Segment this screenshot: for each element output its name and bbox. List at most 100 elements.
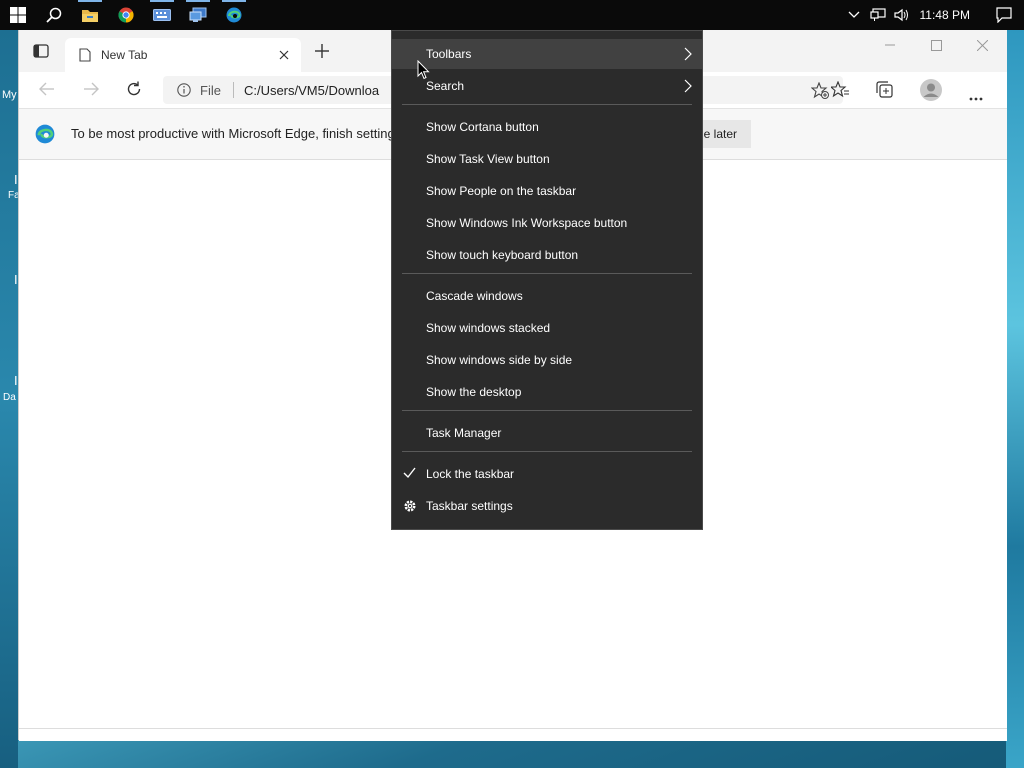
keyboard-icon xyxy=(153,9,171,21)
menu-item-show-cortana-button[interactable]: Show Cortana button xyxy=(392,112,702,142)
menu-item-show-the-desktop[interactable]: Show the desktop xyxy=(392,377,702,407)
menu-item-show-windows-ink-workspace-button[interactable]: Show Windows Ink Workspace button xyxy=(392,208,702,238)
edge-logo-icon xyxy=(35,124,55,144)
tab-title: New Tab xyxy=(101,48,148,62)
infobar-message: To be most productive with Microsoft Edg… xyxy=(71,126,395,141)
maybe-later-label: e later xyxy=(703,127,737,141)
menu-item-label: Cascade windows xyxy=(426,289,523,303)
menu-item-show-people-on-the-taskbar[interactable]: Show People on the taskbar xyxy=(392,176,702,206)
info-icon xyxy=(177,83,191,97)
menu-item-label: Show Windows Ink Workspace button xyxy=(426,216,628,230)
refresh-button[interactable] xyxy=(126,81,142,102)
menu-item-toolbars[interactable]: Toolbars xyxy=(392,39,702,69)
settings-more-button[interactable] xyxy=(969,88,983,106)
close-icon xyxy=(976,39,988,51)
edge-icon xyxy=(226,7,242,23)
menu-item-label: Show touch keyboard button xyxy=(426,248,579,262)
collections-icon xyxy=(876,81,893,98)
menu-item-label: Show Cortana button xyxy=(426,120,539,134)
search-button[interactable] xyxy=(36,0,72,30)
menu-item-label: Show the desktop xyxy=(426,385,522,399)
menu-item-search[interactable]: Search xyxy=(392,71,702,101)
windows-logo-icon xyxy=(10,7,26,23)
keyboard-app-button[interactable] xyxy=(144,0,180,30)
address-scheme: File xyxy=(200,82,221,98)
menu-item-lock-the-taskbar[interactable]: Lock the taskbar xyxy=(392,459,702,489)
menu-item-show-windows-stacked[interactable]: Show windows stacked xyxy=(392,313,702,343)
mouse-pointer-icon xyxy=(417,60,430,80)
menu-item-label: Task Manager xyxy=(426,426,502,440)
page-icon xyxy=(79,48,91,62)
gear-icon xyxy=(404,500,416,512)
edge-button[interactable] xyxy=(216,0,252,30)
close-window-button[interactable] xyxy=(959,30,1005,60)
minimize-button[interactable] xyxy=(867,30,913,60)
menu-separator xyxy=(402,273,692,274)
menu-item-label: Search xyxy=(426,79,465,93)
tab-actions-button[interactable] xyxy=(33,43,49,64)
system-tray: 11:48 PM xyxy=(842,0,1024,30)
checkmark-icon xyxy=(403,467,416,479)
menu-item-show-windows-side-by-side[interactable]: Show windows side by side xyxy=(392,345,702,375)
speaker-icon xyxy=(893,8,908,22)
address-divider xyxy=(232,82,234,98)
add-favorite-icon[interactable] xyxy=(811,82,829,99)
file-explorer-button[interactable] xyxy=(72,0,108,30)
back-button[interactable] xyxy=(39,82,55,101)
menu-separator xyxy=(402,451,692,452)
taskbar: 11:48 PM xyxy=(0,0,1024,30)
network-button[interactable] xyxy=(866,0,890,30)
arrow-right-icon xyxy=(84,82,99,96)
refresh-icon xyxy=(127,81,141,96)
menu-separator xyxy=(402,104,692,105)
chrome-icon xyxy=(118,7,134,23)
chevron-right-icon xyxy=(684,79,692,93)
menu-item-label: Show Task View button xyxy=(426,152,550,166)
menu-item-label: Lock the taskbar xyxy=(426,467,515,481)
menu-item-taskbar-settings[interactable]: Taskbar settings xyxy=(392,491,702,521)
chrome-button[interactable] xyxy=(108,0,144,30)
notification-icon xyxy=(996,7,1012,23)
clock[interactable]: 11:48 PM xyxy=(920,8,970,22)
favorites-icon xyxy=(829,80,849,98)
maximize-icon xyxy=(930,39,942,51)
tab-new-tab[interactable]: New Tab xyxy=(65,38,301,72)
menu-item-label: Toolbars xyxy=(426,47,472,61)
avatar-icon xyxy=(920,79,942,101)
favorites-button[interactable] xyxy=(829,80,849,103)
action-center-button[interactable] xyxy=(984,0,1024,30)
volume-button[interactable] xyxy=(890,0,914,30)
menu-item-label: Show windows stacked xyxy=(426,321,551,335)
more-icon xyxy=(969,97,983,101)
minimize-icon xyxy=(885,44,895,46)
desktop-icon-label[interactable]: My xyxy=(2,89,17,101)
arrow-left-icon xyxy=(39,82,54,96)
menu-item-label: Show People on the taskbar xyxy=(426,184,577,198)
menu-item-show-touch-keyboard-button[interactable]: Show touch keyboard button xyxy=(392,240,702,270)
chevron-up-icon xyxy=(848,11,859,18)
chevron-right-icon xyxy=(684,47,692,61)
desktop-icon-label[interactable]: Da xyxy=(3,392,16,403)
menu-item-label: Show windows side by side xyxy=(426,353,573,367)
plus-icon xyxy=(315,44,329,58)
folder-icon xyxy=(82,10,98,22)
close-tab-icon[interactable] xyxy=(279,50,289,60)
profile-button[interactable] xyxy=(920,79,942,106)
maximize-button[interactable] xyxy=(913,30,959,60)
window-bottom-edge xyxy=(19,728,1007,741)
menu-separator xyxy=(402,410,692,411)
menu-item-cascade-windows[interactable]: Cascade windows xyxy=(392,281,702,311)
search-icon xyxy=(46,7,62,23)
show-hidden-icons-button[interactable] xyxy=(842,0,866,30)
taskbar-context-menu: Toolbars Search Show Cortana button Show Ta… xyxy=(391,30,703,530)
menu-item-label: Taskbar settings xyxy=(426,499,513,513)
menu-item-show-task-view-button[interactable]: Show Task View button xyxy=(392,144,702,174)
network-icon xyxy=(869,8,886,21)
menu-item-task-manager[interactable]: Task Manager xyxy=(392,418,702,448)
collections-button[interactable] xyxy=(876,81,894,103)
start-button[interactable] xyxy=(0,0,36,30)
new-tab-button[interactable] xyxy=(315,44,329,63)
forward-button[interactable] xyxy=(83,82,99,101)
remote-desktop-button[interactable] xyxy=(180,0,216,30)
address-url: C:/Users/VM5/Downloa xyxy=(243,82,380,98)
